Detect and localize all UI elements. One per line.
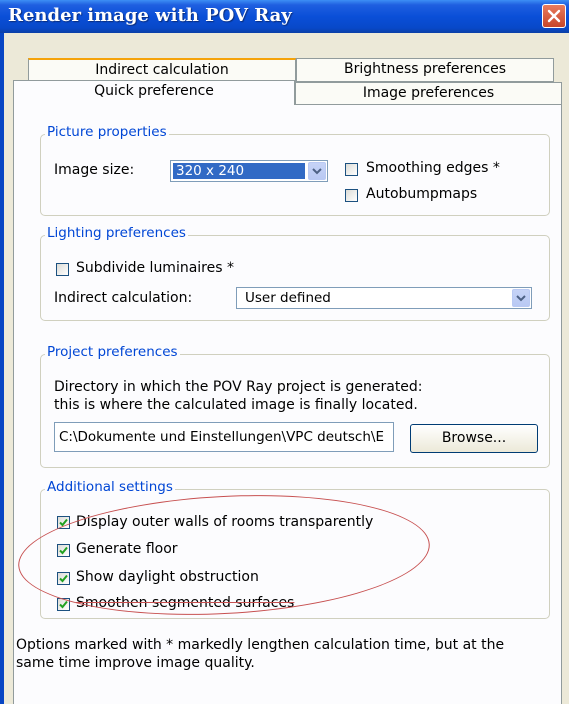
daylight-obstruction-checkbox[interactable] xyxy=(57,572,70,585)
daylight-obstruction-label: Show daylight obstruction xyxy=(76,569,259,585)
tab-label: Quick preference xyxy=(94,83,214,99)
outer-walls-transparent-label: Display outer walls of rooms transparent… xyxy=(76,514,374,530)
generate-floor-checkbox[interactable] xyxy=(57,544,70,557)
check-mark-icon xyxy=(59,546,68,555)
subdivide-luminaires-checkbox[interactable] xyxy=(56,263,69,276)
project-directory-input[interactable]: C:\Dokumente und Einstellungen\VPC deuts… xyxy=(54,422,394,452)
title-bar[interactable]: Render image with POV Ray xyxy=(0,0,569,33)
footer-note-line: Options marked with * markedly lengthen … xyxy=(16,637,505,653)
indirect-calculation-dropdown[interactable]: User defined xyxy=(236,287,532,309)
generate-floor-label: Generate floor xyxy=(76,541,178,557)
dropdown-button[interactable] xyxy=(512,289,530,307)
project-directory-description: Directory in which the POV Ray project i… xyxy=(54,378,423,414)
image-size-value: 320 x 240 xyxy=(173,163,305,179)
group-legend: Lighting preferences xyxy=(45,225,188,241)
chevron-down-icon xyxy=(516,295,526,302)
chevron-down-icon xyxy=(312,168,322,175)
description-line: Directory in which the POV Ray project i… xyxy=(54,379,423,395)
indirect-calculation-value: User defined xyxy=(245,290,331,306)
dropdown-button[interactable] xyxy=(308,162,326,180)
outer-walls-transparent-checkbox[interactable] xyxy=(57,516,70,529)
window-frame-left xyxy=(0,33,4,704)
group-legend: Additional settings xyxy=(45,479,175,495)
tab-image-preferences[interactable]: Image preferences xyxy=(295,82,562,105)
image-size-label: Image size: xyxy=(54,162,135,178)
close-button[interactable] xyxy=(542,4,566,28)
smoothing-edges-checkbox[interactable] xyxy=(345,163,358,176)
autobumpmaps-checkbox[interactable] xyxy=(345,189,358,202)
tab-label: Brightness preferences xyxy=(343,61,507,77)
description-line: this is where the calculated image is fi… xyxy=(54,397,418,413)
check-mark-icon xyxy=(59,574,68,583)
tab-quick-preference[interactable]: Quick preference xyxy=(13,80,295,105)
autobumpmaps-label: Autobumpmaps xyxy=(366,186,478,202)
check-mark-icon xyxy=(59,518,68,527)
window-title: Render image with POV Ray xyxy=(8,5,292,26)
tab-brightness-preferences[interactable]: Brightness preferences xyxy=(296,58,554,82)
smoothen-surfaces-checkbox[interactable] xyxy=(57,598,70,611)
tab-label: Image preferences xyxy=(362,85,495,101)
footer-note: Options marked with * markedly lengthen … xyxy=(16,636,504,672)
smoothen-surfaces-label: Smoothen segmented surfaces xyxy=(76,595,295,611)
check-mark-icon xyxy=(59,600,68,609)
smoothing-edges-label: Smoothing edges * xyxy=(366,160,500,176)
indirect-calculation-label: Indirect calculation: xyxy=(54,290,193,306)
tab-indirect-calculation[interactable]: Indirect calculation xyxy=(28,58,296,82)
subdivide-luminaires-label: Subdivide luminaires * xyxy=(76,260,234,276)
group-legend: Project preferences xyxy=(45,344,180,360)
dialog-window: Render image with POV Ray Indirect calcu… xyxy=(0,0,569,704)
group-legend: Picture properties xyxy=(45,124,169,140)
footer-note-line: same time improve image quality. xyxy=(16,655,255,671)
close-icon xyxy=(547,9,561,23)
tab-label: Indirect calculation xyxy=(95,62,229,78)
image-size-dropdown[interactable]: 320 x 240 xyxy=(170,160,328,182)
browse-button[interactable]: Browse... xyxy=(410,424,538,453)
